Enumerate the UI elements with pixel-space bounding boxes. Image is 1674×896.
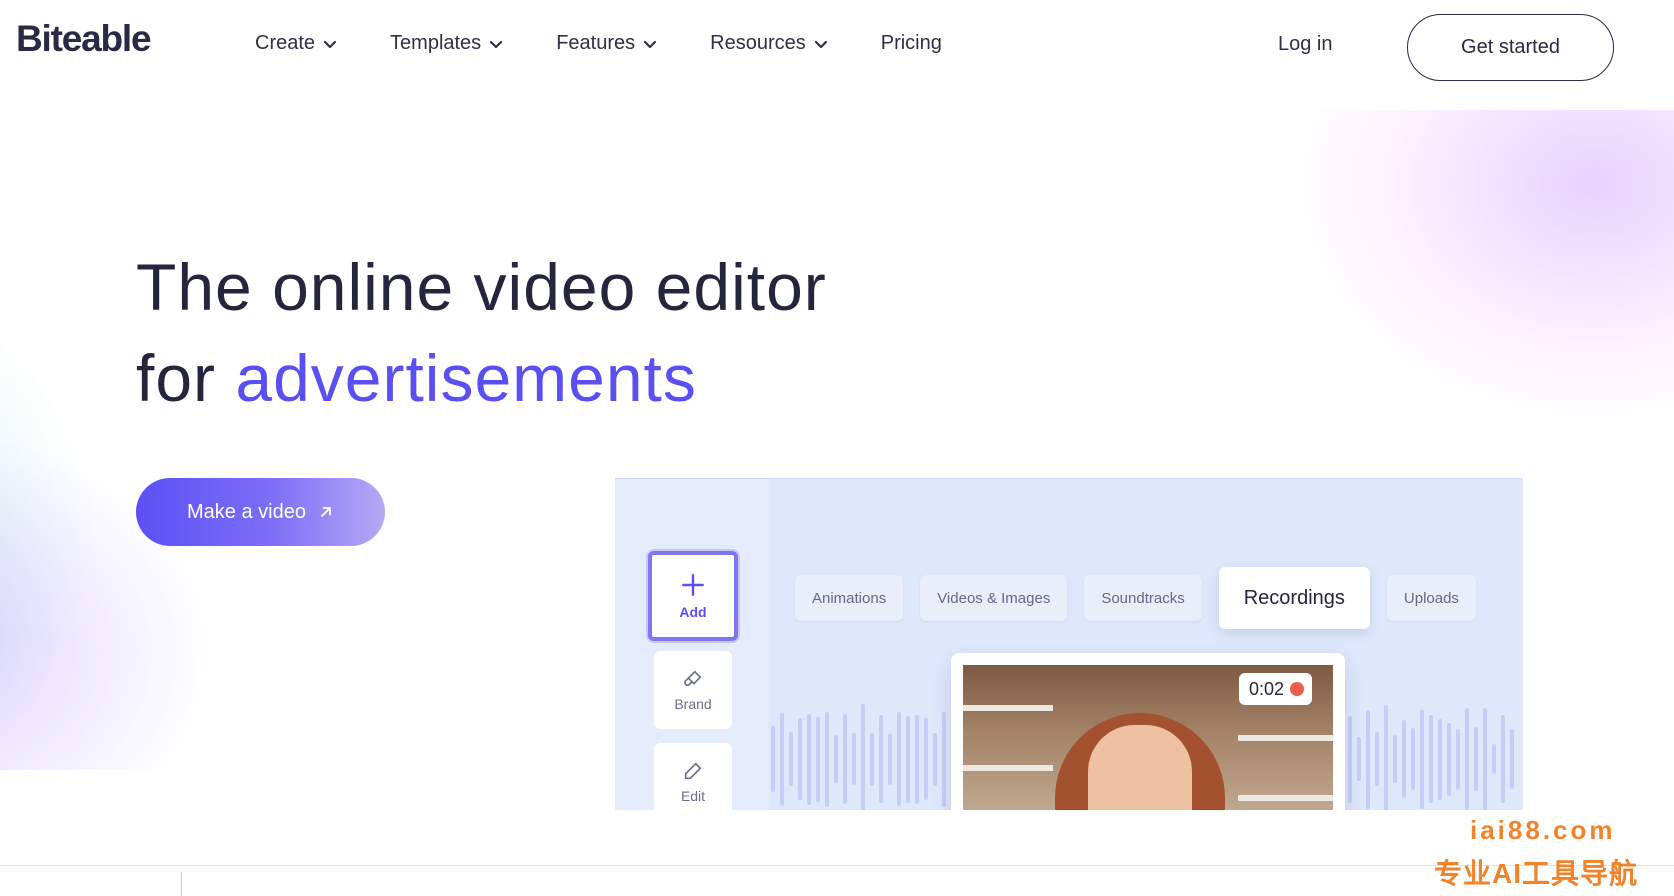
- nav-templates-label: Templates: [390, 32, 482, 54]
- waveform-bar: [897, 712, 901, 806]
- waveform-bar: [870, 732, 874, 786]
- site-header: Biteable Create Templates Features Resou…: [0, 0, 1674, 110]
- tab-recordings[interactable]: Recordings: [1218, 567, 1370, 629]
- waveform-bar: [1456, 728, 1460, 790]
- audio-waveform-left: [771, 699, 951, 810]
- media-tabs: Animations Videos & Images Soundtracks R…: [795, 567, 1493, 629]
- tool-edit-button[interactable]: Edit: [654, 743, 732, 810]
- waveform-bar: [1366, 709, 1370, 809]
- recording-time: 0:02: [1249, 678, 1285, 699]
- nav-create-label: Create: [255, 32, 316, 54]
- bookshelf: [1238, 735, 1333, 741]
- waveform-bar: [915, 714, 919, 804]
- divider: [181, 872, 182, 896]
- pencil-icon: [684, 762, 702, 780]
- audio-waveform-right: [1348, 699, 1519, 810]
- waveform-bar: [1420, 709, 1424, 809]
- waveform-bar: [933, 732, 937, 786]
- person-face: [1088, 725, 1192, 810]
- waveform-bar: [1411, 728, 1415, 790]
- hero-title-accent: advertisements: [235, 341, 697, 415]
- waveform-bar: [1501, 715, 1505, 803]
- nav-create[interactable]: Create: [255, 32, 338, 55]
- waveform-bar: [1375, 732, 1379, 786]
- chevron-down-icon: [490, 40, 503, 48]
- get-started-button[interactable]: Get started: [1407, 14, 1614, 81]
- tab-uploads[interactable]: Uploads: [1386, 575, 1476, 621]
- bottom-bar: [0, 865, 1674, 896]
- bookshelf: [1238, 795, 1333, 801]
- waveform-bar: [924, 718, 928, 800]
- waveform-bar: [1492, 744, 1496, 774]
- waveform-bar: [1438, 718, 1442, 800]
- nav-resources[interactable]: Resources: [710, 32, 829, 55]
- nav-pricing-label: Pricing: [880, 32, 942, 54]
- tool-edit-label: Edit: [680, 788, 706, 804]
- waveform-bar: [780, 712, 784, 806]
- waveform-bar: [771, 726, 775, 792]
- nav-pricing[interactable]: Pricing: [881, 32, 942, 55]
- plus-icon: [682, 574, 704, 596]
- biteable-logo[interactable]: Biteable: [16, 18, 152, 60]
- waveform-bar: [1393, 735, 1397, 783]
- tab-soundtracks[interactable]: Soundtracks: [1084, 575, 1202, 621]
- hero-title: The online video editor for advertisemen…: [136, 242, 827, 424]
- tab-videos-images[interactable]: Videos & Images: [920, 575, 1068, 621]
- waveform-bar: [1357, 737, 1361, 781]
- nav-features[interactable]: Features: [556, 32, 658, 55]
- arrow-up-right-icon: [321, 507, 331, 517]
- waveform-bar: [888, 733, 892, 785]
- waveform-bar: [942, 711, 946, 807]
- brush-icon: [684, 670, 702, 687]
- nav-features-label: Features: [556, 32, 636, 54]
- chevron-down-icon: [644, 40, 657, 48]
- recording-preview-card: 0:02: [951, 653, 1345, 810]
- waveform-bar: [1474, 727, 1478, 791]
- chevron-down-icon: [323, 40, 337, 48]
- waveform-bar: [1510, 729, 1514, 789]
- waveform-bar: [825, 711, 829, 807]
- waveform-bar: [906, 715, 910, 803]
- tool-brand-label: Brand: [674, 696, 712, 712]
- tool-add-label: Add: [679, 604, 707, 620]
- waveform-bar: [843, 714, 847, 804]
- make-a-video-button[interactable]: Make a video: [136, 478, 385, 546]
- record-dot-icon: [1290, 682, 1305, 696]
- waveform-bar: [789, 732, 793, 786]
- hero-title-line1: The online video editor: [136, 250, 827, 324]
- make-a-video-label: Make a video: [187, 500, 306, 523]
- chevron-down-icon: [814, 40, 827, 48]
- waveform-bar: [852, 733, 856, 785]
- bookshelf: [963, 705, 1053, 711]
- bookshelf: [963, 765, 1053, 771]
- waveform-bar: [834, 735, 838, 783]
- login-link[interactable]: Log in: [1278, 33, 1333, 56]
- waveform-bar: [1402, 720, 1406, 798]
- waveform-bar: [861, 704, 865, 810]
- main-nav: Create Templates Features Resources Pric…: [255, 32, 994, 55]
- gradient-blob-right: [1130, 110, 1674, 520]
- editor-preview: Add Brand Edit Animations Videos & Image…: [615, 478, 1523, 810]
- nav-templates[interactable]: Templates: [390, 32, 504, 55]
- nav-resources-label: Resources: [710, 32, 806, 54]
- waveform-bar: [879, 715, 883, 803]
- waveform-bar: [1447, 722, 1451, 796]
- waveform-bar: [816, 716, 820, 802]
- watermark-url: iai88.com: [1470, 815, 1616, 845]
- waveform-bar: [1348, 715, 1352, 803]
- tool-add-button[interactable]: Add: [648, 551, 738, 641]
- waveform-bar: [1384, 705, 1388, 810]
- hero-title-prefix: for: [136, 341, 236, 415]
- waveform-bar: [798, 718, 802, 800]
- tool-brand-button[interactable]: Brand: [654, 651, 732, 729]
- recording-video[interactable]: 0:02: [963, 665, 1333, 810]
- waveform-bar: [1429, 715, 1433, 803]
- watermark-caption: 专业AI工具导航: [1434, 858, 1639, 889]
- tab-animations[interactable]: Animations: [795, 575, 904, 621]
- recording-timer-badge: 0:02: [1239, 673, 1313, 705]
- waveform-bar: [1465, 708, 1469, 810]
- waveform-bar: [1483, 707, 1487, 810]
- waveform-bar: [807, 713, 811, 805]
